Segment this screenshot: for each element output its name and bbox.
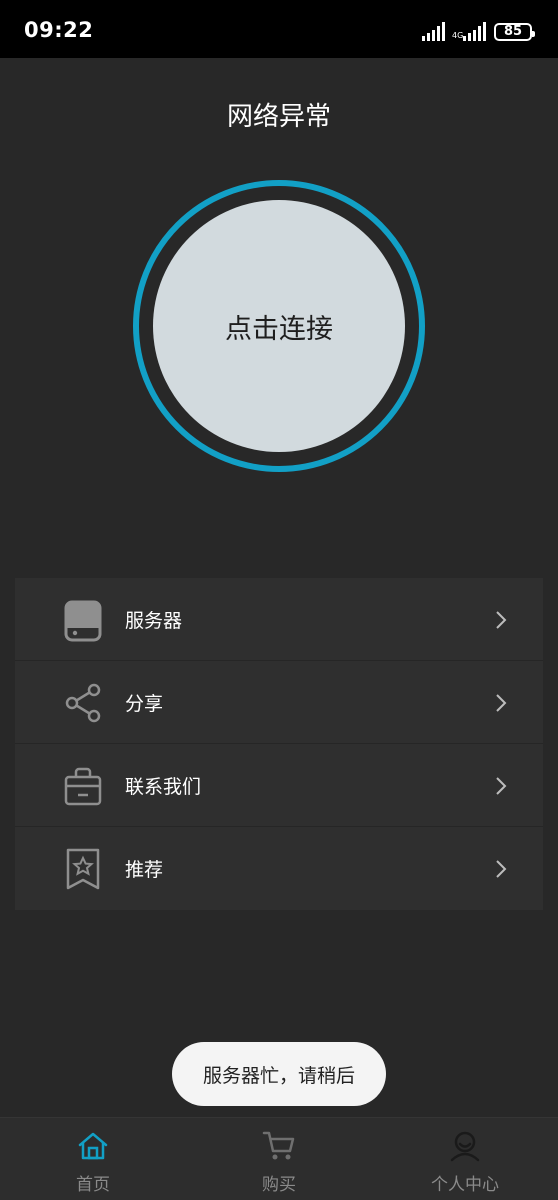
menu-item-server[interactable]: 服务器 <box>15 578 543 661</box>
home-icon <box>78 1132 108 1160</box>
page-title: 网络异常 <box>226 102 331 132</box>
signal-icon <box>422 22 445 41</box>
contact-bag-icon <box>64 767 102 806</box>
status-bar: 09:22 4G 85 <box>0 0 558 58</box>
menu-item-label: 分享 <box>125 693 164 715</box>
nav-label: 购买 <box>262 1175 296 1195</box>
signal-4g-icon: 4G <box>452 22 486 41</box>
toast-text: 服务器忙，请稍后 <box>202 1064 355 1087</box>
menu-item-label: 推荐 <box>125 859 164 881</box>
user-icon <box>450 1131 480 1162</box>
svg-text:4G: 4G <box>452 31 463 40</box>
chevron-right-icon <box>496 860 507 878</box>
nav-label: 首页 <box>76 1175 110 1195</box>
nav-label: 个人中心 <box>431 1175 499 1195</box>
nav-item-home[interactable]: 首页 <box>0 1118 186 1200</box>
cart-icon <box>262 1131 295 1160</box>
connect-label: 点击连接 <box>225 313 333 345</box>
menu-item-label: 服务器 <box>125 610 183 632</box>
nav-item-buy[interactable]: 购买 <box>186 1118 372 1200</box>
bottom-nav: 首页 购买 个人中心 <box>0 1117 558 1200</box>
menu-item-share[interactable]: 分享 <box>15 661 543 744</box>
menu-item-contact[interactable]: 联系我们 <box>15 744 543 827</box>
chevron-right-icon <box>496 611 507 629</box>
share-icon <box>65 683 101 723</box>
battery-tip <box>532 31 535 37</box>
status-time: 09:22 <box>24 18 94 42</box>
chevron-right-icon <box>496 694 507 712</box>
menu-list: 服务器 分享 联系我们 推荐 <box>15 578 543 910</box>
chevron-right-icon <box>496 777 507 795</box>
connect-button[interactable]: 点击连接 <box>153 200 405 452</box>
server-icon <box>64 600 102 642</box>
menu-item-label: 联系我们 <box>125 776 202 798</box>
nav-item-profile[interactable]: 个人中心 <box>372 1118 558 1200</box>
toast-message: 服务器忙，请稍后 <box>172 1042 386 1106</box>
status-icons: 4G 85 <box>422 22 535 44</box>
menu-item-recommend[interactable]: 推荐 <box>15 827 543 910</box>
battery-indicator: 85 <box>494 23 535 41</box>
bookmark-star-icon <box>66 848 100 890</box>
battery-level: 85 <box>503 24 523 39</box>
